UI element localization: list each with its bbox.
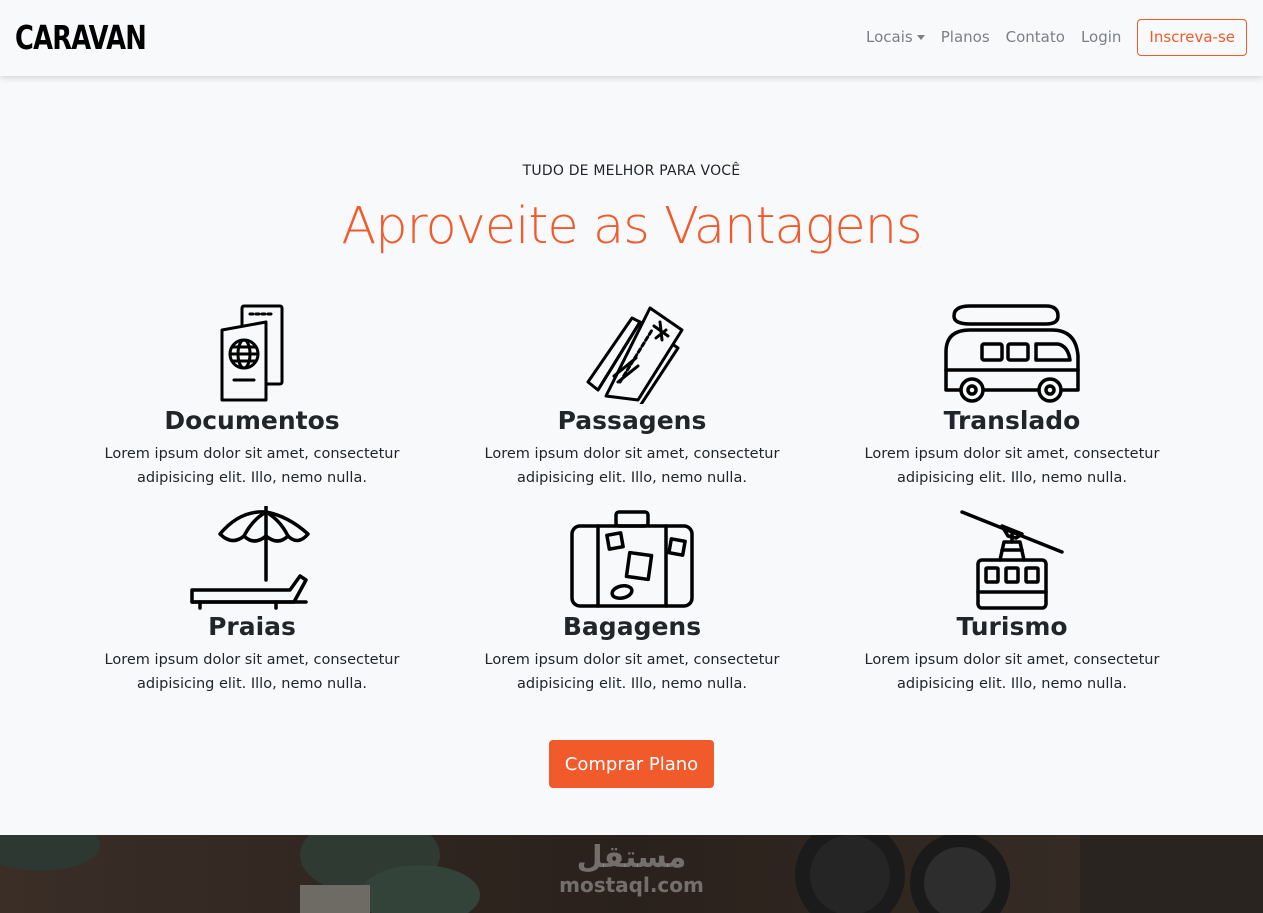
travel-photo-banner: مستقل mostaql.com xyxy=(0,835,1263,913)
feature-text: Lorem ipsum dolor sit amet, consectetur … xyxy=(864,446,1160,486)
nav-link-planos[interactable]: Planos xyxy=(941,28,990,46)
nav-link-login[interactable]: Login xyxy=(1081,28,1121,46)
feature-title: Passagens xyxy=(557,406,707,435)
watermark-arabic: مستقل xyxy=(576,840,687,875)
section-headline: Aproveite as Vantagens xyxy=(341,197,922,256)
suitcase-icon xyxy=(570,510,694,608)
feature-text: Lorem ipsum dolor sit amet, consectetur … xyxy=(104,446,400,486)
feature-translado: Translado Lorem ipsum dolor sit amet, co… xyxy=(822,300,1202,490)
feature-documentos: Documentos Lorem ipsum dolor sit amet, c… xyxy=(62,300,442,490)
nav-link-locais[interactable]: Locais xyxy=(866,28,925,46)
feature-text: Lorem ipsum dolor sit amet, consectetur … xyxy=(864,652,1160,692)
feature-title: Translado xyxy=(943,406,1081,435)
feature-turismo: Turismo Lorem ipsum dolor sit amet, cons… xyxy=(822,506,1202,696)
van-icon xyxy=(944,304,1080,403)
feature-text: Lorem ipsum dolor sit amet, consectetur … xyxy=(104,652,400,692)
feature-title: Praias xyxy=(208,612,296,641)
section-eyebrow: TUDO DE MELHOR PARA VOCÊ xyxy=(522,163,741,179)
beach-umbrella-icon xyxy=(190,506,310,610)
feature-text: Lorem ipsum dolor sit amet, consectetur … xyxy=(484,652,780,692)
feature-title: Bagagens xyxy=(562,612,702,641)
watermark: مستقل mostaql.com xyxy=(0,840,1263,898)
feature-bagagens: Bagagens Lorem ipsum dolor sit amet, con… xyxy=(442,506,822,696)
feature-title: Turismo xyxy=(956,612,1068,641)
nav-link-contato[interactable]: Contato xyxy=(1006,28,1065,46)
cable-car-icon xyxy=(960,510,1064,610)
nav-links: Locais Planos Contato Login Inscreva-se xyxy=(850,18,1247,56)
brand-logo[interactable]: CARAVAN xyxy=(15,17,147,59)
buy-plan-button[interactable]: Comprar Plano xyxy=(549,740,714,788)
signup-button[interactable]: Inscreva-se xyxy=(1137,18,1247,56)
watermark-latin: mostaql.com xyxy=(559,873,704,897)
feature-praias: Praias Lorem ipsum dolor sit amet, conse… xyxy=(62,506,442,696)
ticket-icon xyxy=(586,306,684,404)
feature-text: Lorem ipsum dolor sit amet, consectetur … xyxy=(484,446,780,486)
caret-down-icon xyxy=(916,34,925,40)
feature-passagens: Passagens Lorem ipsum dolor sit amet, co… xyxy=(442,300,822,490)
navbar: CARAVAN Locais Planos Contato Login Insc… xyxy=(0,0,1263,76)
passport-icon xyxy=(220,304,284,402)
feature-title: Documentos xyxy=(164,406,340,435)
nav-link-label: Locais xyxy=(866,28,913,46)
